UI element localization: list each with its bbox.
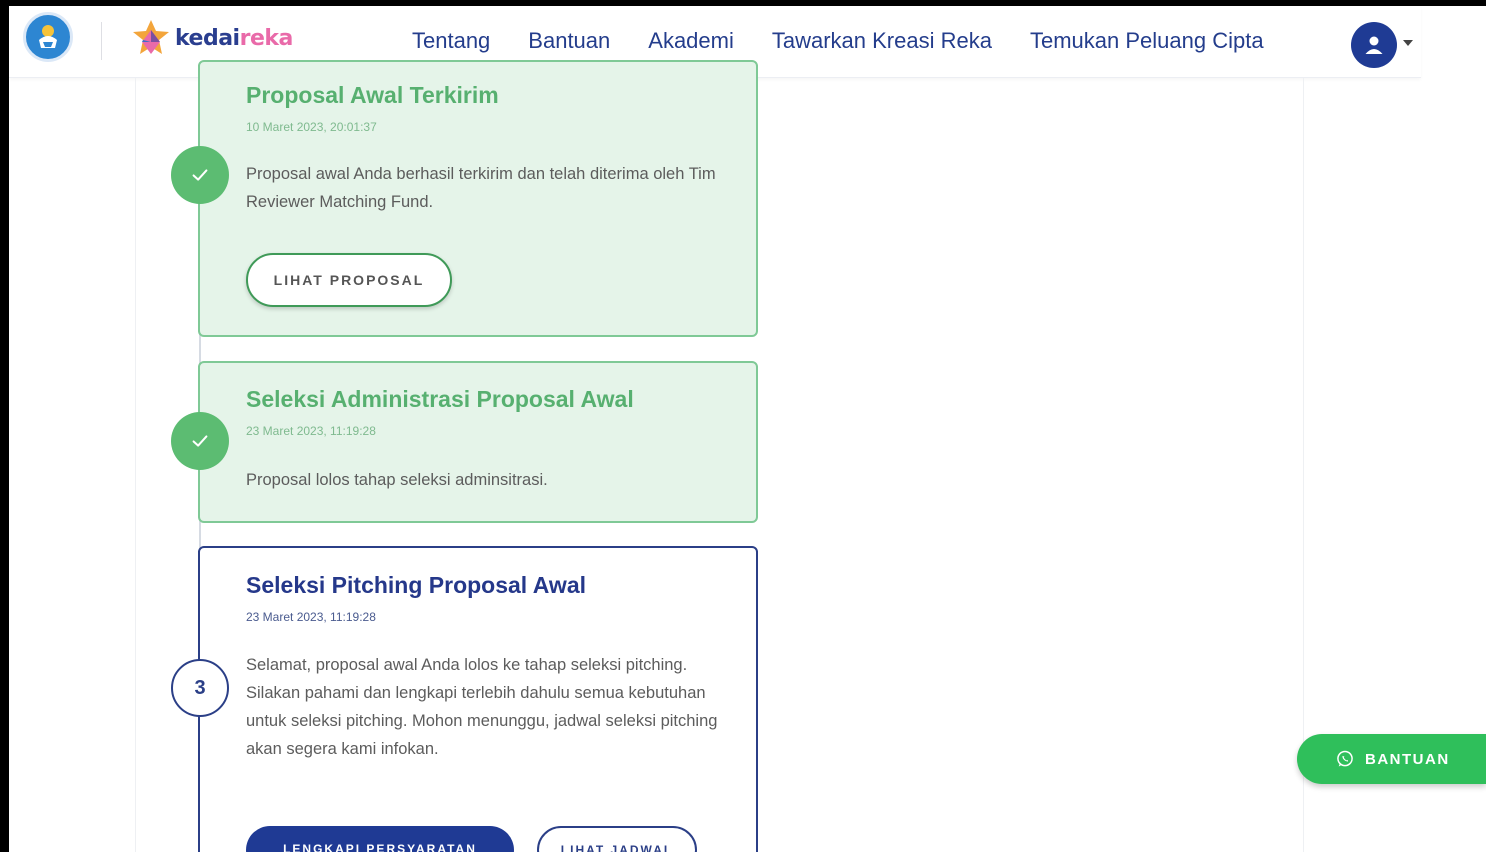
lihat-jadwal-button[interactable]: LIHAT JADWAL (537, 826, 697, 852)
kedaireka-logo[interactable]: kedaireka (129, 18, 293, 58)
bantuan-label: BANTUAN (1365, 750, 1450, 768)
nav-divider (101, 22, 102, 60)
card-date: 23 Maret 2023, 11:19:28 (246, 424, 376, 438)
nav-link-akademi[interactable]: Akademi (648, 28, 734, 54)
card-description: Proposal awal Anda berhasil terkirim dan… (246, 165, 716, 211)
step-number-badge: 3 (171, 659, 229, 717)
card-description: Proposal lolos tahap seleksi adminsitras… (246, 471, 548, 489)
nav-link-bantuan[interactable]: Bantuan (528, 28, 610, 54)
lihat-proposal-button[interactable]: LIHAT PROPOSAL (246, 253, 452, 307)
card-title: Seleksi Pitching Proposal Awal (246, 572, 587, 598)
step-complete-check-icon (171, 146, 229, 204)
chevron-down-icon[interactable] (1403, 40, 1413, 46)
card-title: Seleksi Administrasi Proposal Awal (246, 386, 634, 412)
nav-menu: Tentang Bantuan Akademi Tawarkan Kreasi … (412, 28, 1302, 54)
card-date: 10 Maret 2023, 20:01:37 (246, 120, 377, 134)
lengkapi-persyaratan-button[interactable]: LENGKAPI PERSYARATAN (246, 826, 514, 852)
step-complete-check-icon (171, 412, 229, 470)
nav-link-tawarkan-kreasi-reka[interactable]: Tawarkan Kreasi Reka (772, 28, 992, 54)
bantuan-floating-button[interactable]: BANTUAN (1297, 734, 1486, 784)
whatsapp-icon (1337, 750, 1353, 767)
timeline-card-seleksi-pitching: Seleksi Pitching Proposal Awal 23 Maret … (198, 546, 758, 852)
content-column-border-left (135, 78, 136, 852)
timeline-card-proposal-terkirim: Proposal Awal Terkirim 10 Maret 2023, 20… (198, 60, 758, 337)
timeline-card-seleksi-administrasi: Seleksi Administrasi Proposal Awal 23 Ma… (198, 361, 758, 523)
nav-link-tentang[interactable]: Tentang (412, 28, 490, 54)
window-frame-left (0, 0, 9, 852)
nav-link-temukan-peluang-cipta[interactable]: Temukan Peluang Cipta (1030, 28, 1264, 54)
kedaireka-star-icon (133, 20, 169, 54)
content-column-border-right (1303, 78, 1304, 852)
user-avatar-icon[interactable] (1351, 22, 1397, 68)
brand-wordmark: kedaireka (175, 25, 293, 51)
card-date: 23 Maret 2023, 11:19:28 (246, 610, 376, 624)
card-description: Selamat, proposal awal Anda lolos ke tah… (246, 656, 718, 758)
tut-wuri-handayani-logo-icon[interactable] (23, 12, 73, 62)
card-title: Proposal Awal Terkirim (246, 82, 499, 108)
